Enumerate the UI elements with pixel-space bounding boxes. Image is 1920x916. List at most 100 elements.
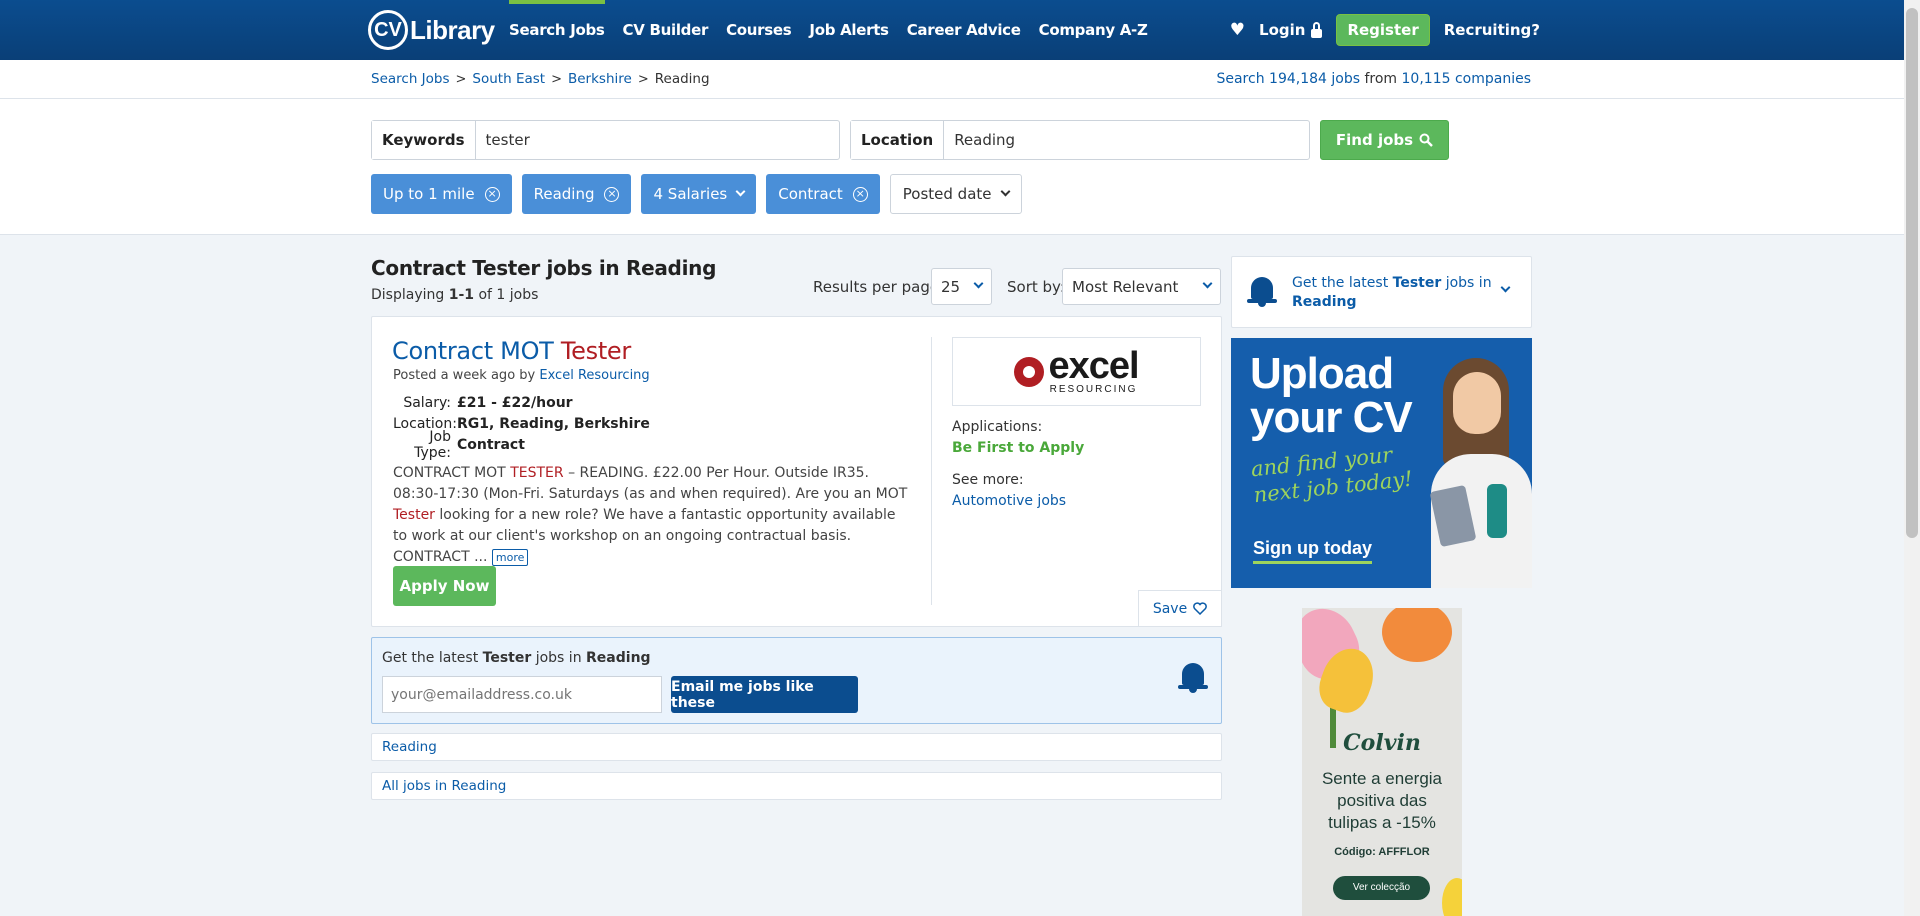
- logo-cv-mark: CV: [368, 10, 408, 50]
- keywords-input[interactable]: [475, 121, 839, 159]
- login-link[interactable]: Login: [1259, 21, 1323, 39]
- login-label: Login: [1259, 21, 1306, 39]
- see-more-label: See more:: [952, 472, 1024, 488]
- alert-location: Reading: [586, 650, 651, 666]
- cv-library-logo[interactable]: CV Library: [368, 8, 495, 52]
- chevron-down-icon: [1500, 282, 1511, 293]
- job-title-part: Contract MOT: [392, 337, 554, 365]
- filter-location[interactable]: Reading ×: [521, 174, 632, 214]
- stats-companies-link[interactable]: 10,115 companies: [1402, 71, 1531, 87]
- heart-outline-icon: [1193, 602, 1208, 615]
- saved-jobs-heart-icon[interactable]: ♥: [1230, 20, 1245, 40]
- filter-salaries-label: 4 Salaries: [653, 185, 728, 203]
- chevron-down-icon: [735, 186, 746, 196]
- filter-salaries[interactable]: 4 Salaries: [641, 174, 757, 214]
- location-label: Location: [851, 121, 945, 159]
- remove-filter-icon[interactable]: ×: [852, 186, 868, 202]
- company-logo-text: excel RESOURCING: [1048, 345, 1139, 395]
- related-link-reading[interactable]: Reading: [371, 733, 1222, 761]
- job-type-value: Contract: [457, 436, 525, 453]
- alert-email-input[interactable]: [382, 676, 662, 713]
- company-logo-main: excel: [1048, 345, 1139, 387]
- sidebar-alert-location: Reading: [1292, 294, 1357, 310]
- nav-career-advice[interactable]: Career Advice: [898, 0, 1030, 60]
- breadcrumb: Search Jobs > South East > Berkshire > R…: [371, 71, 710, 87]
- results-per-page-select[interactable]: 25: [931, 268, 992, 305]
- sidebar-job-alert[interactable]: Get the latest Tester jobs in Reading: [1231, 256, 1532, 328]
- filter-distance[interactable]: Up to 1 mile ×: [371, 174, 512, 214]
- filter-chips: Up to 1 mile × Reading × 4 Salaries Cont…: [371, 174, 1022, 214]
- desc-highlight: Tester: [393, 507, 435, 523]
- desc-highlight: TESTER: [510, 465, 564, 481]
- applications-label: Applications:: [952, 419, 1043, 435]
- desc-part: CONTRACT MOT: [393, 465, 506, 481]
- sign-up-today-link[interactable]: Sign up today: [1253, 538, 1372, 564]
- sort-by-select[interactable]: Most Relevant: [1062, 268, 1221, 305]
- register-button[interactable]: Register: [1336, 14, 1430, 46]
- breadcrumb-bar: Search Jobs > South East > Berkshire > R…: [0, 60, 1920, 99]
- job-title-link[interactable]: Contract MOT Tester: [392, 337, 631, 365]
- chevron-down-icon: [973, 278, 984, 289]
- job-salary-row: Salary: £21 - £22/hour: [393, 392, 650, 413]
- applications-value: Be First to Apply: [952, 440, 1085, 456]
- location-field: Location: [850, 120, 1310, 160]
- stats-jobs-link[interactable]: 194,184 jobs: [1269, 71, 1360, 87]
- page-scrollbar[interactable]: [1904, 0, 1920, 916]
- breadcrumb-south-east[interactable]: South East: [472, 71, 545, 87]
- job-posted-text: Posted a week ago by: [393, 368, 536, 383]
- colvin-advert[interactable]: Colvin Sente a energia positiva das tuli…: [1302, 608, 1462, 916]
- sort-by-value: Most Relevant: [1072, 277, 1179, 296]
- results-count: Displaying 1-1 of 1 jobs: [371, 287, 538, 303]
- filter-posted-date-label: Posted date: [902, 185, 992, 203]
- chevron-down-icon: [1202, 278, 1213, 289]
- filter-posted-date[interactable]: Posted date: [889, 174, 1022, 214]
- chevron-down-icon: [1000, 186, 1010, 196]
- colvin-copy-line: Sente a energia: [1321, 769, 1443, 788]
- desc-part: looking for a new role? We have a fantas…: [393, 507, 896, 565]
- nav-company-a-z[interactable]: Company A-Z: [1030, 0, 1157, 60]
- job-alert-box: Get the latest Tester jobs in Reading Em…: [371, 637, 1222, 724]
- keywords-label: Keywords: [372, 121, 476, 159]
- save-job-button[interactable]: Save: [1138, 590, 1222, 627]
- colvin-cta-button[interactable]: Ver colecção: [1333, 876, 1430, 900]
- nav-cv-builder[interactable]: CV Builder: [614, 0, 718, 60]
- recruiting-link[interactable]: Recruiting?: [1444, 21, 1540, 39]
- alert-keyword: Tester: [482, 650, 532, 666]
- filter-location-label: Reading: [533, 185, 595, 203]
- filter-job-type[interactable]: Contract ×: [766, 174, 880, 214]
- remove-filter-icon[interactable]: ×: [484, 186, 500, 202]
- location-input[interactable]: [944, 121, 1309, 159]
- job-type-label: Job Type:: [414, 428, 451, 461]
- sidebar-alert-part: Get the latest: [1292, 275, 1389, 291]
- automotive-jobs-link[interactable]: Automotive jobs: [952, 493, 1066, 509]
- remove-filter-icon[interactable]: ×: [604, 186, 620, 202]
- colvin-brand: Colvin: [1343, 730, 1421, 756]
- save-label: Save: [1152, 600, 1188, 617]
- nav-courses[interactable]: Courses: [717, 0, 800, 60]
- upload-cv-advert[interactable]: Upload your CV and find your next job to…: [1231, 338, 1532, 588]
- sort-by-label: Sort by:: [1007, 278, 1065, 296]
- apply-now-button[interactable]: Apply Now: [393, 566, 496, 606]
- filter-distance-label: Up to 1 mile: [383, 185, 475, 203]
- email-me-jobs-button[interactable]: Email me jobs like these: [671, 676, 858, 713]
- related-link-all-jobs[interactable]: All jobs in Reading: [371, 772, 1222, 800]
- scrollbar-thumb[interactable]: [1906, 8, 1918, 538]
- breadcrumb-search-jobs[interactable]: Search Jobs: [371, 71, 450, 87]
- more-button[interactable]: more: [491, 549, 529, 566]
- company-logo-sub: RESOURCING: [1049, 384, 1138, 395]
- company-link[interactable]: Excel Resourcing: [539, 368, 649, 383]
- card-divider: [931, 337, 932, 605]
- account-nav: ♥ Login Register Recruiting?: [1230, 0, 1540, 60]
- job-meta: Salary: £21 - £22/hour Location: RG1, Re…: [393, 392, 650, 461]
- breadcrumb-berkshire[interactable]: Berkshire: [568, 71, 632, 87]
- company-logo[interactable]: excel RESOURCING: [952, 337, 1201, 406]
- find-jobs-button[interactable]: Find jobs: [1320, 120, 1449, 160]
- nav-search-jobs[interactable]: Search Jobs: [500, 0, 614, 60]
- advert-headline-line: Upload: [1250, 349, 1394, 398]
- advert-subline: and find your next job today!: [1250, 440, 1414, 508]
- site-stats: Search 194,184 jobs from 10,115 companie…: [1216, 71, 1531, 87]
- colvin-copy: Sente a energia positiva das tulipas a -…: [1302, 768, 1462, 834]
- nav-job-alerts[interactable]: Job Alerts: [800, 0, 897, 60]
- job-alert-text: Get the latest Tester jobs in Reading: [382, 650, 651, 666]
- job-description: CONTRACT MOT TESTER – READING. £22.00 Pe…: [393, 463, 913, 568]
